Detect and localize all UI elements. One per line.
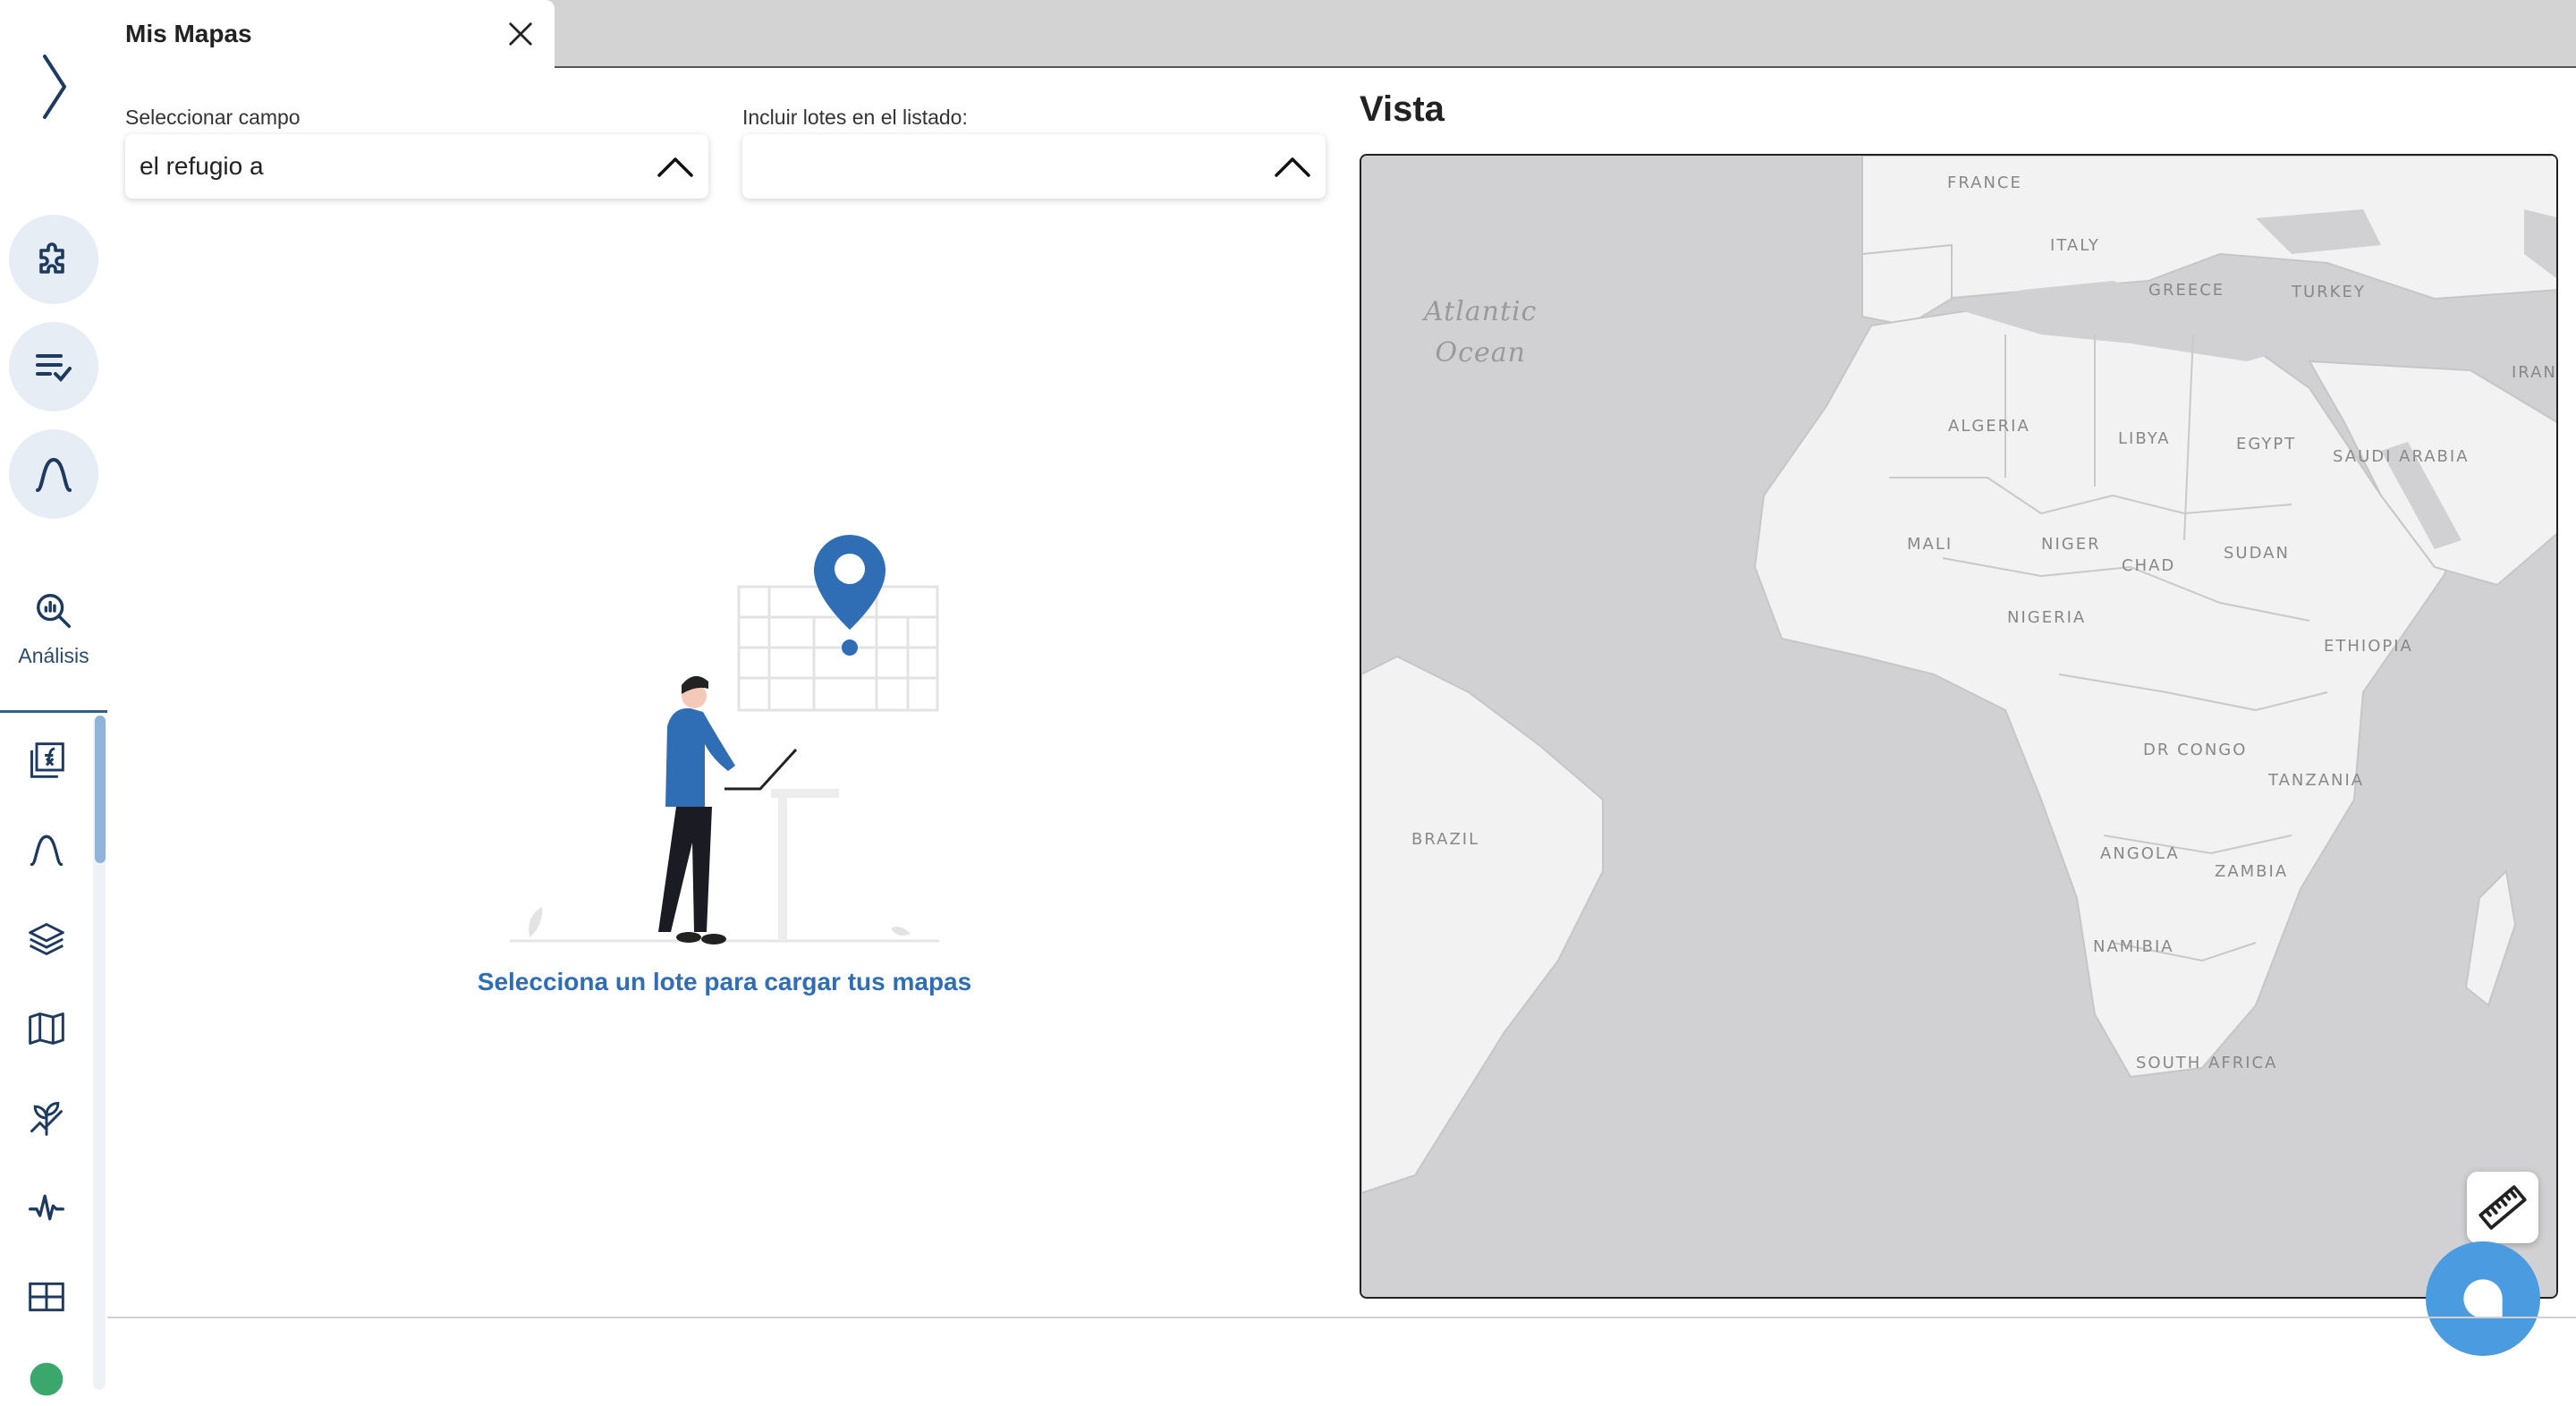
tool-distribution[interactable] xyxy=(20,823,73,877)
analysis-label: Análisis xyxy=(18,644,89,667)
country-label: ANGOLA xyxy=(2100,844,2180,863)
country-label: ETHIOPIA xyxy=(2324,637,2413,656)
table-icon xyxy=(29,1282,64,1312)
country-label: MALI xyxy=(1907,535,1953,554)
ocean-label-line-2: Ocean xyxy=(1435,337,1526,368)
chevron-up-icon xyxy=(655,148,696,184)
ocean-label: Atlantic Ocean xyxy=(1424,292,1537,374)
map-icon xyxy=(29,1012,64,1045)
lots-select-label: Incluir lotes en el listado: xyxy=(742,106,968,129)
empty-state-illustration xyxy=(510,535,939,944)
country-label: GREECE xyxy=(2148,281,2225,300)
bell-curve-icon xyxy=(36,457,72,492)
chat-button[interactable] xyxy=(2426,1241,2540,1356)
tab-bar: Mis Mapas xyxy=(107,0,2576,68)
map-view[interactable]: Atlantic Ocean FRANCE ITALY GREECE TURKE… xyxy=(1360,154,2558,1299)
country-label: LIBYA xyxy=(2118,429,2171,448)
tab-mis-mapas[interactable]: Mis Mapas xyxy=(107,0,555,68)
country-label: BRAZIL xyxy=(1411,830,1480,849)
close-icon xyxy=(509,22,532,46)
field-select-value: el refugio a xyxy=(140,152,264,180)
analysis-search-icon xyxy=(37,594,71,628)
country-label: FRANCE xyxy=(1947,174,2022,192)
country-label: TANZANIA xyxy=(2268,771,2365,790)
tool-more[interactable] xyxy=(20,1352,73,1406)
tasks-button[interactable] xyxy=(9,322,98,411)
field-select[interactable]: el refugio a xyxy=(125,134,708,199)
measure-button[interactable] xyxy=(2467,1172,2538,1243)
tool-pulse[interactable] xyxy=(20,1181,73,1234)
sidebar-scrollbar[interactable] xyxy=(95,716,106,863)
chat-bubble-icon xyxy=(2463,1279,2503,1318)
tool-crop-growth[interactable] xyxy=(20,1091,73,1145)
tool-map[interactable] xyxy=(20,1002,73,1055)
country-label: CHAD xyxy=(2122,556,2176,575)
leaf-badge-icon xyxy=(30,1362,64,1396)
list-check-icon xyxy=(36,354,72,382)
country-label: NAMIBIA xyxy=(2093,937,2174,956)
vista-title: Vista xyxy=(1360,89,1445,129)
map-basemap xyxy=(1361,156,2556,1297)
country-label: NIGERIA xyxy=(2007,608,2087,627)
extensions-button[interactable] xyxy=(9,215,98,304)
country-label: IRAN xyxy=(2512,363,2557,382)
distribution-button[interactable] xyxy=(9,429,98,519)
expand-sidebar-button[interactable] xyxy=(27,47,80,127)
country-label: ITALY xyxy=(2050,236,2100,255)
plant-growth-icon xyxy=(30,1102,63,1136)
ocean-label-line-1: Atlantic xyxy=(1424,296,1538,327)
footer-divider xyxy=(107,1317,2576,1318)
bell-curve-icon xyxy=(30,834,64,867)
ruler-icon xyxy=(2479,1185,2527,1230)
tool-table[interactable] xyxy=(20,1270,73,1324)
field-select-label: Seleccionar campo xyxy=(125,106,301,129)
country-label: ZAMBIA xyxy=(2215,862,2289,881)
country-label: DR CONGO xyxy=(2143,741,2248,759)
country-label: SAUDI ARABIA xyxy=(2333,447,2470,466)
tool-layers[interactable] xyxy=(20,912,73,966)
pulse-icon xyxy=(29,1194,64,1221)
empty-state-message: Selecciona un lote para cargar tus mapas xyxy=(477,968,972,995)
analysis-divider xyxy=(0,710,107,713)
tab-title: Mis Mapas xyxy=(125,20,252,47)
country-label: NIGER xyxy=(2041,535,2101,554)
close-tab-button[interactable] xyxy=(503,16,538,52)
country-label: TURKEY xyxy=(2292,283,2366,301)
country-label: SUDAN xyxy=(2224,544,2290,563)
layers-icon xyxy=(29,923,64,955)
country-label: EGYPT xyxy=(2236,435,2297,453)
country-label: ALGERIA xyxy=(1948,417,2030,436)
sidebar: Análisis xyxy=(0,0,107,1396)
tool-list xyxy=(0,716,93,1396)
tool-formula-chart[interactable] xyxy=(20,733,73,787)
country-label: SOUTH AFRICA xyxy=(2136,1054,2278,1072)
chevron-right-icon xyxy=(43,55,66,119)
analysis-menu[interactable]: Análisis xyxy=(0,590,107,716)
puzzle-icon xyxy=(39,242,64,274)
chevron-up-icon xyxy=(1272,148,1313,184)
function-chart-icon xyxy=(30,742,64,778)
lots-select[interactable] xyxy=(742,134,1326,199)
